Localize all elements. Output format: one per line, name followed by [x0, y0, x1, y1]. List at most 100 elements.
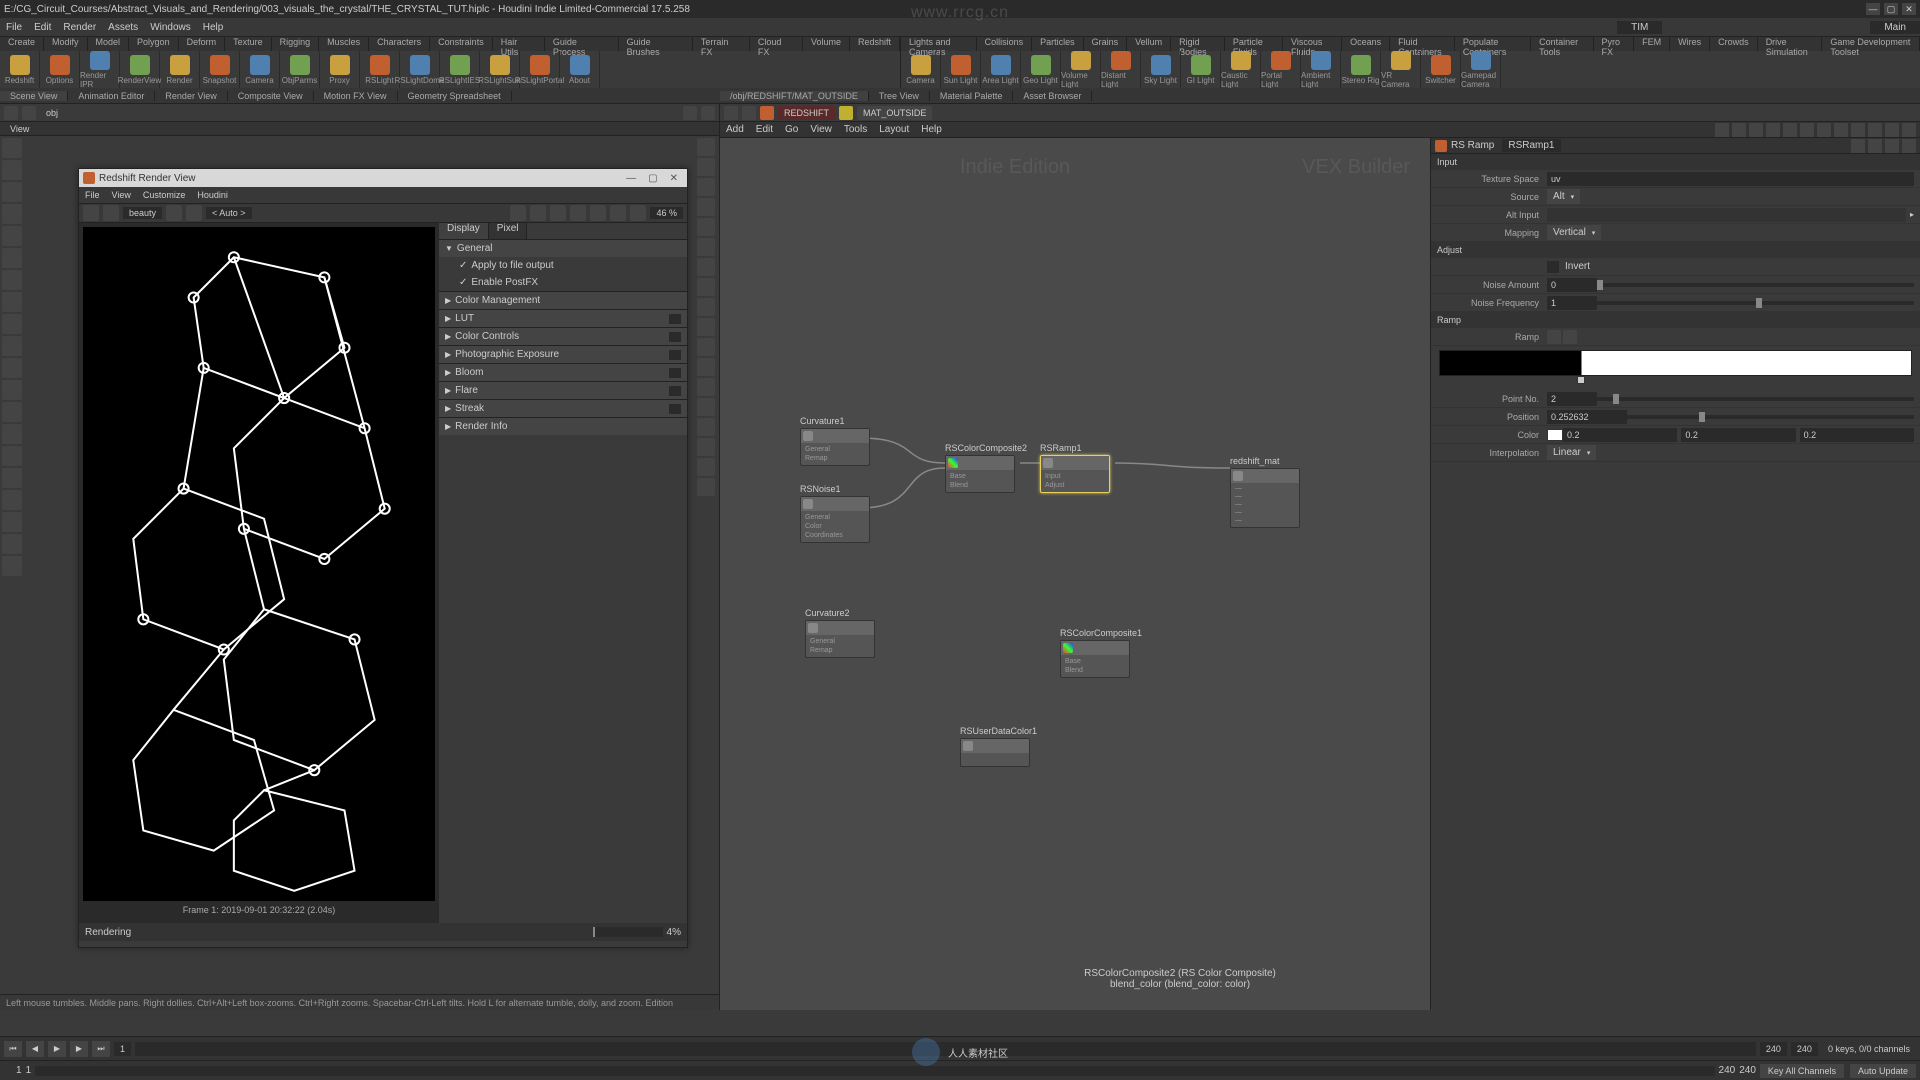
- desktop-dropdown[interactable]: TIM: [1617, 21, 1662, 34]
- shelf-right-tool-5[interactable]: Distant Light: [1101, 51, 1141, 89]
- shelf-right-tool-6[interactable]: Sky Light: [1141, 51, 1181, 89]
- shelf-right-tab-13[interactable]: FEM: [1634, 37, 1670, 51]
- shelf-right-tab-11[interactable]: Container Tools: [1531, 37, 1593, 51]
- viewport-right-icon-2[interactable]: [697, 178, 715, 196]
- ne-toolbar-icon-1[interactable]: [1732, 123, 1746, 137]
- node-rsnoise1[interactable]: RSNoise1 GeneralColorCoordinates: [800, 484, 870, 543]
- viewport-right-icon-14[interactable]: [697, 418, 715, 436]
- ne-toolbar-icon-3[interactable]: [1766, 123, 1780, 137]
- viewport-tool-7[interactable]: [2, 292, 22, 312]
- menu-windows[interactable]: Windows: [144, 22, 197, 33]
- shelf-left-tab-1[interactable]: Modify: [44, 37, 88, 51]
- tl-prev[interactable]: ◀: [26, 1041, 44, 1057]
- path-obj[interactable]: obj: [40, 108, 64, 118]
- ne-menu-go[interactable]: Go: [779, 124, 804, 135]
- shelf-right-tab-4[interactable]: Vellum: [1127, 37, 1171, 51]
- shelf-left-tab-8[interactable]: Characters: [369, 37, 430, 51]
- tl-first[interactable]: ⏮: [4, 1041, 22, 1057]
- window-minimize[interactable]: —: [1866, 3, 1880, 15]
- viewport-tool-11[interactable]: [2, 380, 22, 400]
- param-alt-input[interactable]: [1547, 208, 1906, 222]
- rv-zoom[interactable]: 46 %: [650, 207, 683, 219]
- ne-menu-help[interactable]: Help: [915, 124, 948, 135]
- rv-min[interactable]: —: [621, 173, 641, 184]
- shelf-left-tab-11[interactable]: Guide Process: [545, 37, 619, 51]
- ne-menu-add[interactable]: Add: [720, 124, 750, 135]
- param-noise-freq[interactable]: 1: [1547, 296, 1597, 310]
- shelf-left-tool-2[interactable]: Render IPR: [80, 51, 120, 89]
- shelf-left-tool-13[interactable]: RSLightPortal: [520, 51, 560, 89]
- viewport-right-icon-13[interactable]: [697, 398, 715, 416]
- shelf-left-tool-1[interactable]: Options: [40, 51, 80, 89]
- param-noise-amount-slider[interactable]: [1597, 283, 1914, 287]
- shelf-left-tab-13[interactable]: Terrain FX: [693, 37, 750, 51]
- rv-check-postfx[interactable]: ✓ Enable PostFX: [439, 274, 687, 291]
- param-section-adjust[interactable]: Adjust: [1431, 242, 1920, 258]
- ne-toolbar-icon-5[interactable]: [1800, 123, 1814, 137]
- pane-tab-2[interactable]: Render View: [155, 91, 227, 101]
- viewport-tool-18[interactable]: [2, 534, 22, 554]
- rv-aov-dropdown[interactable]: beauty: [123, 207, 162, 219]
- viewport-tool-9[interactable]: [2, 336, 22, 356]
- rv-grid3[interactable]: [550, 205, 566, 221]
- network-editor-canvas[interactable]: Indie Edition VEX Builder Curvature1 Gen…: [720, 138, 1430, 1010]
- param-color-r[interactable]: 0.2: [1563, 428, 1677, 442]
- ne-tab-2[interactable]: Material Palette: [930, 91, 1014, 101]
- param-section-ramp[interactable]: Ramp: [1431, 312, 1920, 328]
- shelf-right-tab-8[interactable]: Oceans: [1342, 37, 1390, 51]
- path-opt2[interactable]: [701, 106, 715, 120]
- node-rsramp1[interactable]: RSRamp1 InputAdjust: [1040, 443, 1110, 493]
- shelf-right-tab-1[interactable]: Collisions: [977, 37, 1033, 51]
- window-close[interactable]: ✕: [1902, 3, 1916, 15]
- shelf-right-tool-12[interactable]: VR Camera: [1381, 51, 1421, 89]
- viewport-right-icon-4[interactable]: [697, 218, 715, 236]
- viewport-tool-13[interactable]: [2, 424, 22, 444]
- param-interp-dropdown[interactable]: Linear ▾: [1547, 445, 1596, 460]
- tl-next[interactable]: ▶: [70, 1041, 88, 1057]
- shelf-left-tool-8[interactable]: Proxy: [320, 51, 360, 89]
- rv-reload[interactable]: [166, 205, 182, 221]
- ne-toolbar-icon-4[interactable]: [1783, 123, 1797, 137]
- shelf-right-tool-4[interactable]: Volume Light: [1061, 51, 1101, 89]
- node-rsuserdatacolor1[interactable]: RSUserDataColor1: [960, 726, 1037, 767]
- shelf-left-tab-16[interactable]: Redshift: [850, 37, 900, 51]
- viewport-right-icon-1[interactable]: [697, 158, 715, 176]
- pane-tab-5[interactable]: Geometry Spreadsheet: [398, 91, 512, 101]
- rv-section-flare[interactable]: ▶Flare: [439, 381, 687, 399]
- shelf-right-tab-2[interactable]: Particles: [1032, 37, 1084, 51]
- ne-toolbar-icon-10[interactable]: [1885, 123, 1899, 137]
- ne-menu-edit[interactable]: Edit: [750, 124, 779, 135]
- shelf-left-tab-5[interactable]: Texture: [225, 37, 272, 51]
- shelf-right-tool-10[interactable]: Ambient Light: [1301, 51, 1341, 89]
- rv-check-fileoutput[interactable]: ✓ Apply to file output: [439, 257, 687, 274]
- rv-section-streak[interactable]: ▶Streak: [439, 399, 687, 417]
- main-dropdown[interactable]: Main: [1870, 21, 1920, 34]
- pane-tab-0[interactable]: Scene View: [0, 91, 68, 101]
- node-curvature2[interactable]: Curvature2 GeneralRemap: [805, 608, 875, 658]
- shelf-right-tool-9[interactable]: Portal Light: [1261, 51, 1301, 89]
- viewport-tool-19[interactable]: [2, 556, 22, 576]
- rv-grid2[interactable]: [530, 205, 546, 221]
- ramp-gradient[interactable]: [1439, 350, 1912, 376]
- viewport-tool-0[interactable]: [2, 138, 22, 158]
- viewport-tool-5[interactable]: [2, 248, 22, 268]
- viewport-right-icon-12[interactable]: [697, 378, 715, 396]
- ne-menu-layout[interactable]: Layout: [873, 124, 915, 135]
- shelf-right-tab-12[interactable]: Pyro FX: [1594, 37, 1635, 51]
- viewport-right-icon-0[interactable]: [697, 138, 715, 156]
- param-color-g[interactable]: 0.2: [1681, 428, 1795, 442]
- ne-back[interactable]: [724, 106, 738, 120]
- shelf-left-tool-6[interactable]: Camera: [240, 51, 280, 89]
- rv-close[interactable]: ✕: [665, 173, 683, 184]
- rv-section-colorctrl[interactable]: ▶Color Controls: [439, 327, 687, 345]
- path-opt1[interactable]: [683, 106, 697, 120]
- viewport-right-icon-17[interactable]: [697, 478, 715, 496]
- param-name[interactable]: RSRamp1: [1502, 139, 1560, 152]
- shelf-right-tool-11[interactable]: Stereo Rig: [1341, 51, 1381, 89]
- ne-toolbar-icon-6[interactable]: [1817, 123, 1831, 137]
- node-rscolorcomposite1[interactable]: RSColorComposite1 BaseBlend: [1060, 628, 1142, 678]
- viewport-tool-8[interactable]: [2, 314, 22, 334]
- shelf-right-tool-14[interactable]: Gamepad Camera: [1461, 51, 1501, 89]
- tl-play[interactable]: ▶: [48, 1041, 66, 1057]
- viewport-right-icon-6[interactable]: [697, 258, 715, 276]
